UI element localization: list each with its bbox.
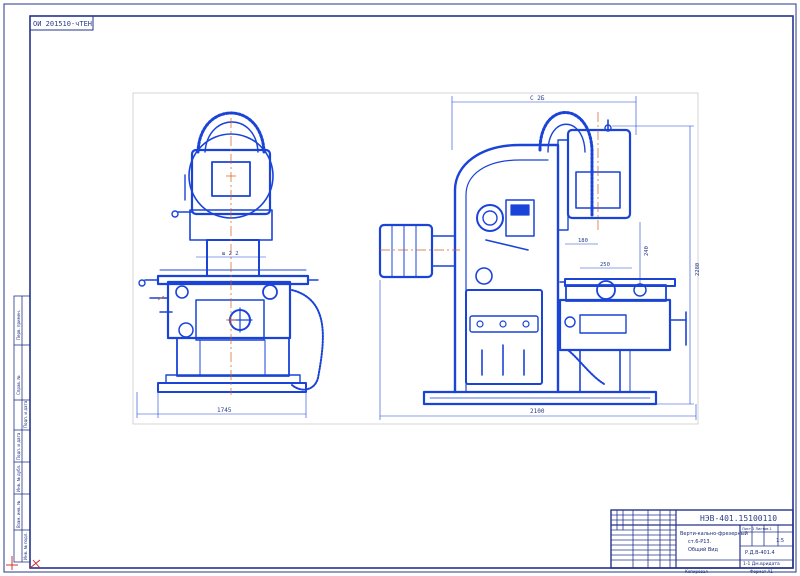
code-top-left: ОИ 201510-чТЕН: [33, 20, 92, 28]
footer-format: Формат А1: [750, 569, 773, 574]
title-name-line-2: ст.6-Р13.: [688, 539, 712, 545]
title-name-line-1: Верти-кально-фрезерный: [680, 530, 748, 537]
stamp-label-4: Инв. № дубл.: [16, 465, 21, 492]
side-bottom-dim: 2100: [530, 408, 545, 415]
stamp-label-2: Справ. №: [16, 376, 21, 395]
side-stroke-dim: 250: [600, 262, 610, 268]
side-height-small-dim: 240: [644, 246, 650, 256]
title-sheet-info: Лист 1 Листов 1: [742, 527, 772, 531]
stamp-label-1: Перв. примен.: [16, 310, 21, 340]
title-scale: 1:5: [776, 538, 784, 544]
side-reach-dim: 180: [578, 238, 588, 244]
front-width-dim: 1745: [217, 407, 232, 414]
side-height-overall-dim: 2280: [695, 263, 701, 276]
stamp-label-3: Подп. и дата: [16, 432, 21, 460]
title-org-line-2: 1-1 Дм.вридата: [743, 561, 780, 567]
drawing-canvas: ОИ 201510-чТЕН Перв. примен. Справ. № По…: [3, 3, 797, 574]
footer-copied: Копировал: [685, 569, 708, 574]
stamp-label-5: Взам. инв. №: [16, 501, 21, 528]
stamp-label-6: Подп. и дата: [23, 400, 28, 428]
title-name-line-3: Общий Вид: [688, 546, 718, 553]
title-designation: НЭВ-401.15100110: [700, 514, 777, 523]
stamp-label-7: Инв. № подл.: [23, 532, 28, 560]
side-top-dim: С 2Б: [530, 95, 545, 102]
front-table-dim: ш 2 2: [222, 251, 239, 257]
title-org-line-1: Р.Д.В-401.4: [745, 550, 775, 556]
drawing-sheet: ОИ 201510-чТЕН Перв. примен. Справ. № По…: [0, 0, 800, 576]
